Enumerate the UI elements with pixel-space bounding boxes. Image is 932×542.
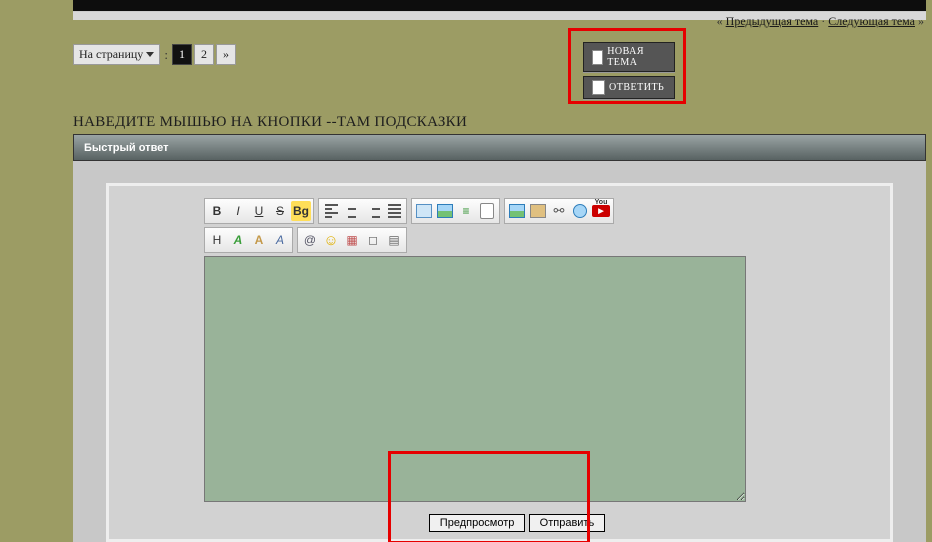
new-topic-label: НОВАЯ ТЕМА <box>607 46 666 68</box>
doc-button[interactable]: ▤ <box>384 230 404 250</box>
instructions-heading: НАВЕДИТЕ МЫШЬЮ НА КНОПКИ --ТАМ ПОДСКАЗКИ <box>73 114 467 131</box>
youtube-button[interactable]: You▶ <box>591 201 611 221</box>
nav-sep: · <box>821 14 825 28</box>
quick-reply-header: Быстрый ответ <box>73 134 926 161</box>
new-topic-button[interactable]: НОВАЯ ТЕМА <box>583 42 675 72</box>
pagination: На страницу : 1 2 » <box>73 44 236 65</box>
header-button[interactable]: H <box>207 230 227 250</box>
align-justify-icon <box>388 204 401 218</box>
strike-button[interactable]: S <box>270 201 290 221</box>
document-icon <box>592 80 605 95</box>
font-family-button[interactable]: A <box>228 230 248 250</box>
next-topic-link[interactable]: Следующая тема <box>828 14 915 28</box>
highlight-button[interactable]: Bg <box>291 201 311 221</box>
bold-button[interactable]: B <box>207 201 227 221</box>
align-left-button[interactable] <box>321 201 341 221</box>
align-center-button[interactable] <box>342 201 362 221</box>
image-icon <box>509 204 525 218</box>
align-left-icon <box>325 204 338 218</box>
submit-button[interactable]: Отправить <box>529 514 606 532</box>
bb-toolbar-2: H A A A @ ☺ ▦ ◻ ▤ <box>204 227 830 253</box>
italic-button[interactable]: I <box>228 201 248 221</box>
reply-label: ОТВЕТИТЬ <box>609 82 664 93</box>
list-button[interactable]: ≡ <box>456 201 476 221</box>
font-color-button[interactable]: A <box>270 230 290 250</box>
topic-nav: « Предыдущая тема · Следующая тема » <box>717 14 924 29</box>
page-select[interactable]: На страницу <box>73 44 160 65</box>
quick-reply-title: Быстрый ответ <box>84 142 169 154</box>
editor-panel: B I U S Bg <box>106 183 893 542</box>
youtube-icon: You▶ <box>592 205 610 217</box>
prev-prefix: « <box>717 14 723 28</box>
top-dark-bar <box>73 0 926 12</box>
link-button[interactable]: ⚯ <box>549 201 569 221</box>
page-next[interactable]: » <box>216 44 236 65</box>
url-button[interactable] <box>570 201 590 221</box>
page-colon: : <box>162 47 170 63</box>
font-size-button[interactable]: A <box>249 230 269 250</box>
page-1[interactable]: 1 <box>172 44 192 65</box>
hide-button[interactable]: ◻ <box>363 230 383 250</box>
code-button[interactable] <box>435 201 455 221</box>
reply-button[interactable]: ОТВЕТИТЬ <box>583 76 675 99</box>
page-2[interactable]: 2 <box>194 44 214 65</box>
align-right-icon <box>367 204 380 218</box>
video-button[interactable] <box>528 201 548 221</box>
align-right-button[interactable] <box>363 201 383 221</box>
document-icon <box>592 50 603 65</box>
globe-icon <box>573 204 587 218</box>
video-icon <box>530 204 546 218</box>
editor-area: B I U S Bg <box>73 161 926 542</box>
align-center-icon <box>346 204 359 218</box>
smiley-button[interactable]: ☺ <box>321 230 341 250</box>
prev-topic-link[interactable]: Предыдущая тема <box>726 14 819 28</box>
submit-row: Предпросмотр Отправить <box>204 514 830 532</box>
underline-button[interactable]: U <box>249 201 269 221</box>
image-button[interactable] <box>507 201 527 221</box>
quote-icon <box>416 204 432 218</box>
code-icon <box>437 204 453 218</box>
reply-textarea[interactable] <box>204 256 746 502</box>
align-justify-button[interactable] <box>384 201 404 221</box>
mention-button[interactable]: @ <box>300 230 320 250</box>
clip-icon <box>480 203 494 219</box>
edit-button[interactable] <box>477 201 497 221</box>
calendar-button[interactable]: ▦ <box>342 230 362 250</box>
preview-button[interactable]: Предпросмотр <box>429 514 526 532</box>
quote-button[interactable] <box>414 201 434 221</box>
topic-actions: НОВАЯ ТЕМА ОТВЕТИТЬ <box>583 42 675 99</box>
bb-toolbar: B I U S Bg <box>204 198 830 224</box>
next-suffix: » <box>918 14 924 28</box>
